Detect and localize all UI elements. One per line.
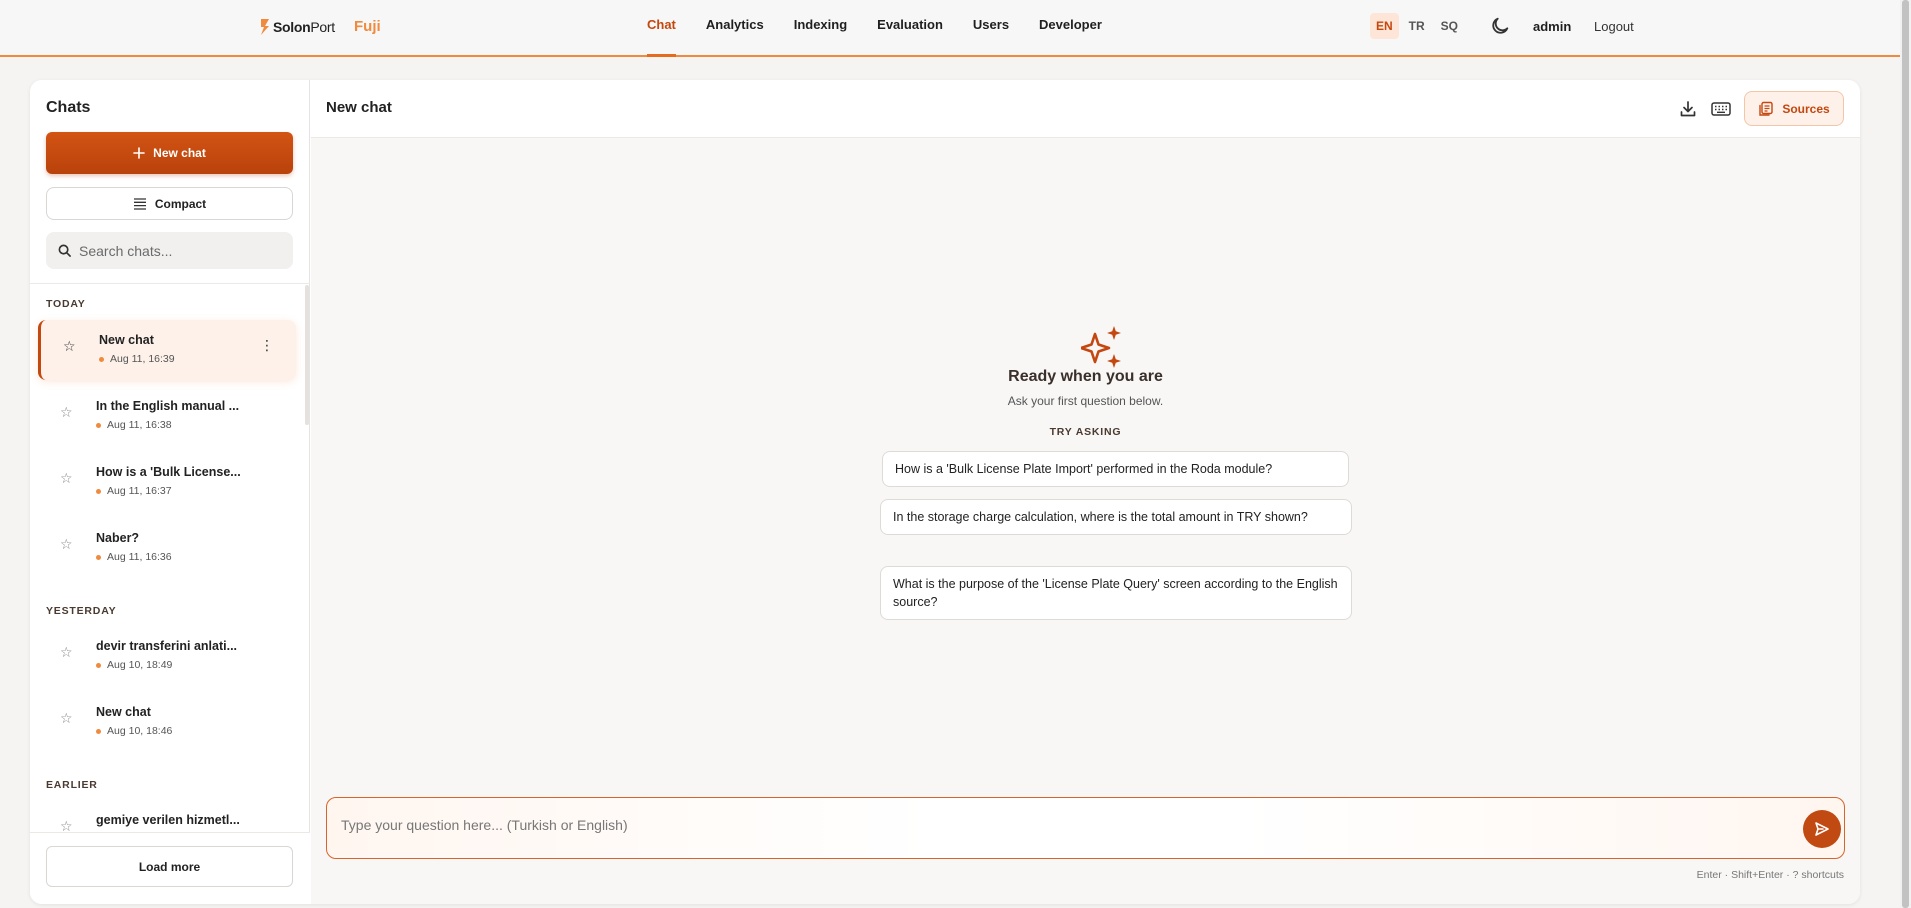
app-logo[interactable]: SolonPort [260, 16, 335, 38]
top-navbar: SolonPort Fuji Chat Analytics Indexing E… [0, 0, 1900, 57]
chat-main-pane: New chat Sources Ready when you are Ask … [311, 80, 1860, 904]
group-label-earlier: EARLIER [46, 779, 98, 791]
search-icon [58, 244, 71, 257]
list-icon [133, 197, 146, 210]
brand-subtitle: Fuji [354, 18, 381, 35]
suggestion-chip[interactable]: What is the purpose of the 'License Plat… [880, 566, 1352, 620]
chat-list: TODAY ☆ New chat Aug 11, 16:39 ⋮ ☆ In th… [30, 284, 310, 832]
try-asking-label: TRY ASKING [1049, 426, 1122, 438]
nav-chat[interactable]: Chat [632, 0, 691, 57]
chat-item[interactable]: ☆ gemiye verilen hizmetl... [38, 800, 296, 832]
status-dot [99, 356, 104, 362]
chat-item[interactable]: ☆ How is a 'Bulk License... Aug 11, 16:3… [38, 452, 296, 512]
suggestion-chip[interactable]: In the storage charge calculation, where… [880, 499, 1352, 535]
chat-date: Aug 11, 16:36 [96, 551, 172, 563]
shortcut-hint: Enter · Shift+Enter · ? shortcuts [1696, 869, 1844, 881]
status-dot [96, 422, 101, 428]
sources-label: Sources [1782, 101, 1830, 116]
empty-state-title: Ready when you are [1008, 368, 1163, 385]
nav-developer[interactable]: Developer [1024, 0, 1117, 57]
chat-title: How is a 'Bulk License... [96, 465, 241, 479]
logo-bolt-icon [261, 19, 269, 35]
lang-sq-button[interactable]: SQ [1435, 13, 1464, 39]
status-dot [96, 662, 101, 668]
chat-item[interactable]: ☆ Naber? Aug 11, 16:36 [38, 518, 296, 578]
send-button[interactable] [1803, 810, 1841, 848]
chat-workspace: Chats New chat Compact TODAY ☆ [30, 80, 1860, 904]
chat-title: gemiye verilen hizmetl... [96, 813, 240, 827]
nav-evaluation[interactable]: Evaluation [862, 0, 958, 57]
empty-state-subtitle: Ask your first question below. [1007, 394, 1164, 408]
send-icon [1815, 822, 1829, 836]
star-icon[interactable]: ☆ [60, 818, 73, 832]
compact-label: Compact [154, 196, 207, 211]
star-icon[interactable]: ☆ [63, 338, 76, 355]
sidebar-footer: Load more [30, 832, 310, 904]
logo-text: SolonPort [273, 19, 335, 35]
new-chat-label: New chat [153, 146, 206, 160]
chat-item[interactable]: ☆ devir transferini anlati... Aug 10, 18… [38, 626, 296, 686]
chat-title: Naber? [96, 531, 140, 545]
download-button[interactable] [1676, 97, 1700, 121]
nav-analytics[interactable]: Analytics [691, 0, 779, 57]
sparkles-icon [1081, 326, 1121, 368]
current-user: admin [1533, 19, 1572, 34]
status-dot [96, 554, 101, 560]
group-label-today: TODAY [46, 298, 86, 310]
download-icon [1680, 101, 1696, 117]
chat-date: Aug 11, 16:38 [96, 419, 172, 431]
chat-date: Aug 11, 16:39 [99, 353, 175, 365]
lang-tr-button[interactable]: TR [1403, 13, 1431, 39]
lang-en-button[interactable]: EN [1370, 13, 1399, 39]
question-input[interactable] [341, 817, 1741, 833]
chat-date: Aug 10, 18:46 [96, 725, 172, 737]
chat-date: Aug 11, 16:37 [96, 485, 172, 497]
page-scrollbar[interactable] [1902, 0, 1909, 908]
nav-indexing[interactable]: Indexing [779, 0, 862, 57]
status-dot [96, 728, 101, 734]
compact-button[interactable]: Compact [46, 187, 293, 220]
star-icon[interactable]: ☆ [60, 470, 73, 487]
chat-title: New chat [99, 333, 154, 347]
documents-icon [1759, 101, 1774, 116]
chat-search [46, 232, 293, 269]
moon-icon [1492, 17, 1509, 34]
chat-item[interactable]: ☆ New chat Aug 10, 18:46 [38, 692, 296, 752]
star-icon[interactable]: ☆ [60, 536, 73, 553]
search-input[interactable] [79, 242, 279, 259]
theme-toggle-button[interactable] [1489, 15, 1511, 37]
chat-header: New chat Sources [311, 80, 1860, 138]
chat-sidebar: Chats New chat Compact TODAY ☆ [30, 80, 310, 904]
chat-title: devir transferini anlati... [96, 639, 238, 653]
sidebar-scrollbar[interactable] [305, 285, 309, 425]
status-dot [96, 488, 101, 494]
sidebar-title: Chats [46, 99, 91, 116]
plus-icon [133, 147, 145, 159]
group-label-yesterday: YESTERDAY [46, 605, 117, 617]
chat-item[interactable]: ☆ New chat Aug 11, 16:39 ⋮ [38, 320, 296, 380]
nav-users[interactable]: Users [958, 0, 1024, 57]
chat-date: Aug 10, 18:49 [96, 659, 172, 671]
chat-item[interactable]: ☆ In the English manual ... Aug 11, 16:3… [38, 386, 296, 446]
star-icon[interactable]: ☆ [60, 710, 73, 727]
new-chat-button[interactable]: New chat [46, 132, 293, 174]
keyboard-shortcuts-button[interactable] [1709, 97, 1733, 121]
load-more-button[interactable]: Load more [46, 846, 293, 887]
star-icon[interactable]: ☆ [60, 644, 73, 661]
main-nav: Chat Analytics Indexing Evaluation Users… [632, 0, 1117, 57]
message-composer [326, 797, 1845, 859]
suggestion-chip[interactable]: How is a 'Bulk License Plate Import' per… [882, 451, 1349, 487]
more-options-icon[interactable]: ⋮ [260, 338, 274, 352]
language-switcher: EN TR SQ [1370, 13, 1464, 39]
chat-title: New chat [96, 705, 151, 719]
chat-title: In the English manual ... [96, 399, 240, 413]
logout-link[interactable]: Logout [1594, 19, 1634, 34]
chat-title-heading: New chat [326, 99, 392, 116]
sources-button[interactable]: Sources [1744, 91, 1844, 126]
star-icon[interactable]: ☆ [60, 404, 73, 421]
keyboard-icon [1711, 102, 1731, 116]
